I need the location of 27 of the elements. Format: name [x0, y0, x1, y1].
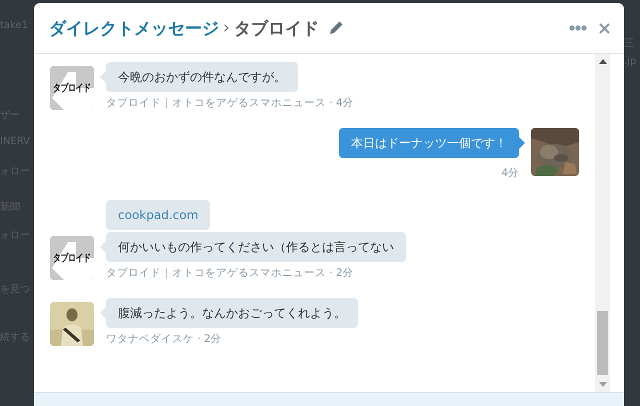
link-preview[interactable]: cookpad.com [106, 200, 210, 230]
bubble-tail [519, 137, 525, 149]
scroll-up-icon[interactable] [598, 59, 606, 64]
message-meta: タブロイド｜オトコをアゲるスマホニュース · 4分 [106, 96, 354, 110]
pencil-icon[interactable] [328, 20, 344, 36]
message-bubble: 今晩のおかずの件なんですが。 [106, 62, 298, 92]
scrollbar[interactable] [595, 54, 610, 392]
close-icon[interactable] [599, 22, 610, 34]
conversation-name: タブロイド [234, 18, 319, 40]
logo-text: タブロイド [53, 82, 91, 95]
dialog-title[interactable]: ダイレクトメッセージ [49, 16, 219, 40]
message-bubble: 何かいいもの作ってください（作るとは言ってない [106, 232, 406, 262]
message-bubble: 腹減ったよう。なんかおごってくれよう。 [106, 298, 358, 328]
logo [50, 236, 94, 280]
message-bubble: 本日はドーナッツ一個です！ [339, 128, 519, 158]
breadcrumb-separator: › [223, 18, 230, 38]
bubble-tail [100, 307, 106, 319]
message-meta: ワタナベダイスケ · 2分 [106, 332, 222, 346]
scroll-thumb[interactable] [597, 311, 608, 375]
message-meta: タブロイド｜オトコをアゲるスマホニュース · 2分 [106, 266, 354, 280]
logo-text: タブロイド [53, 252, 91, 265]
more-icon[interactable] [569, 25, 587, 31]
bubble-tail [100, 71, 106, 83]
scroll-down-icon[interactable] [598, 382, 606, 387]
logo [50, 66, 94, 110]
bubble-tail [100, 241, 106, 253]
message-meta: 4分 [501, 166, 519, 180]
